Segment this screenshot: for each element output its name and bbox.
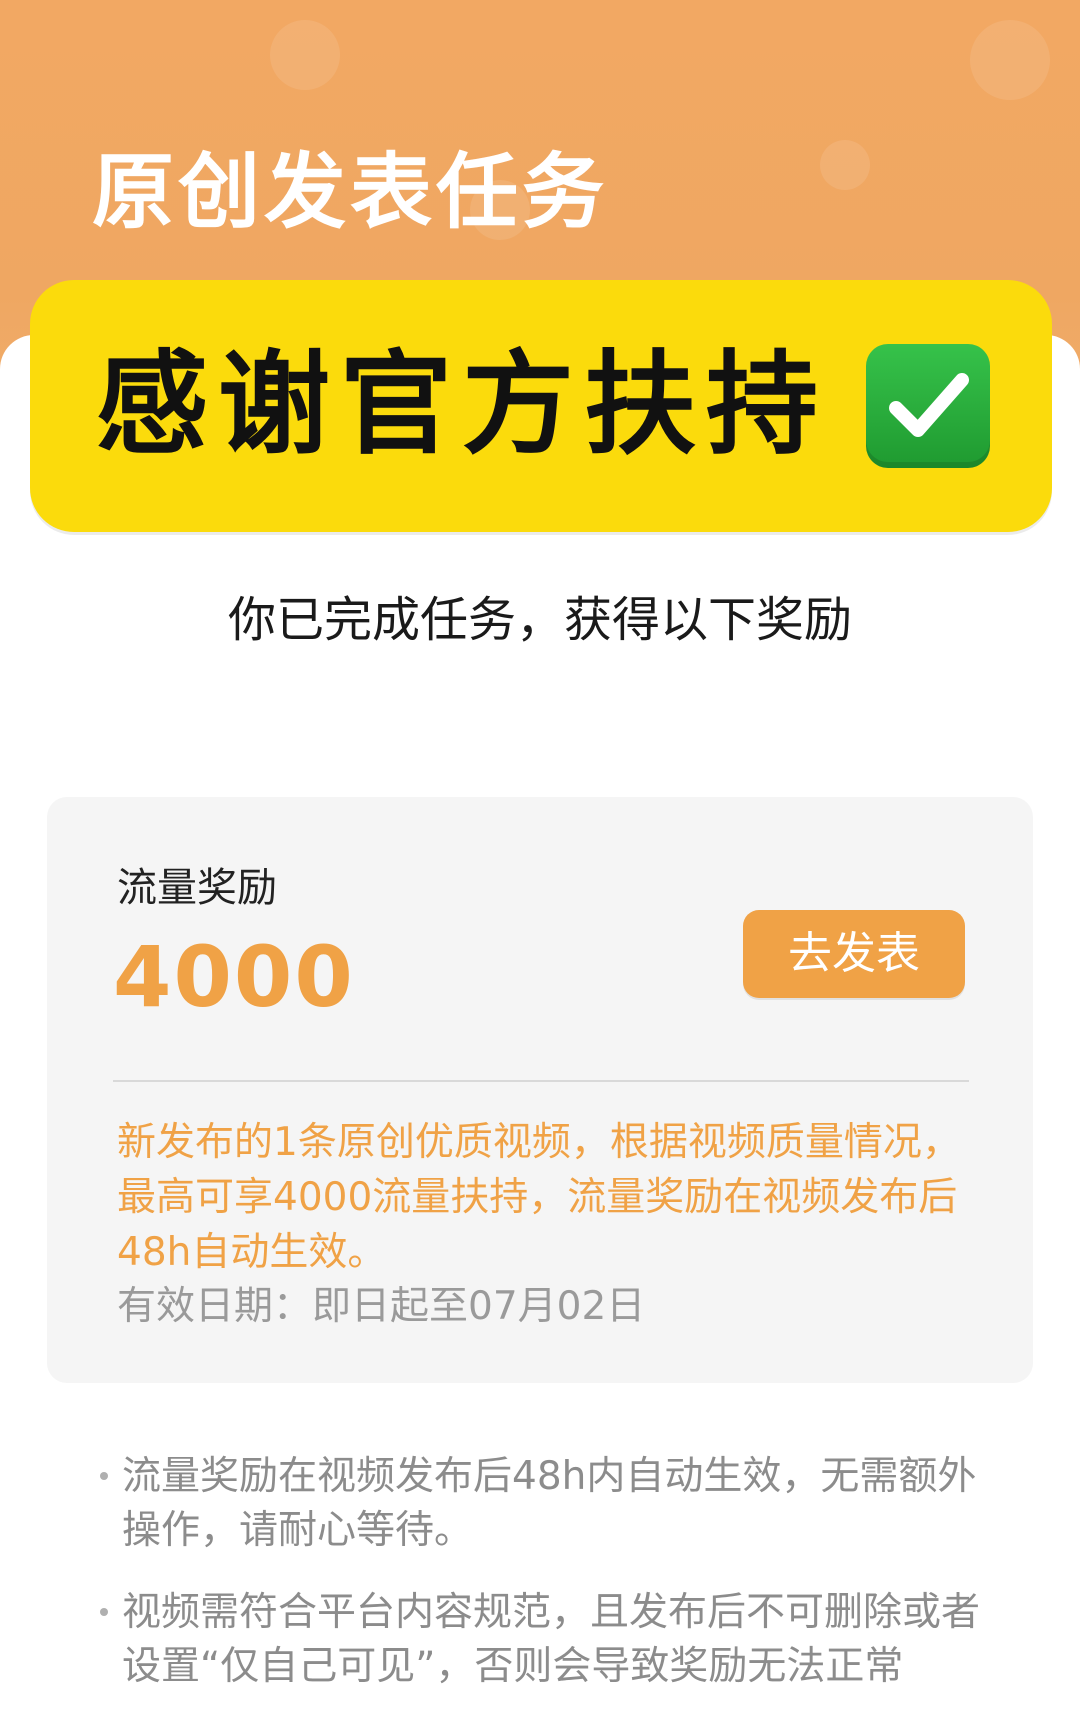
reward-label: 流量奖励 — [117, 865, 277, 911]
page-title: 原创发表任务 — [92, 144, 609, 240]
decorative-bubble — [270, 20, 340, 90]
reward-description: 新发布的1条原创优质视频，根据视频质量情况，最高可享4000流量扶持，流量奖励在… — [117, 1120, 961, 1275]
reward-value: 4000 — [113, 928, 355, 1026]
completion-message: 你已完成任务，获得以下奖励 — [227, 592, 852, 648]
check-mark-button-icon — [866, 344, 990, 468]
divider — [113, 1080, 969, 1082]
reward-card: 流量奖励 4000 去发表 新发布的1条原创优质视频，根据视频质量情况，最高可享… — [47, 797, 1033, 1383]
decorative-bubble — [970, 20, 1050, 100]
bullet-icon — [100, 1608, 108, 1616]
bullet-icon — [100, 1472, 108, 1480]
publish-button[interactable]: 去发表 — [743, 910, 965, 998]
decorative-bubble — [820, 140, 870, 190]
valid-date: 有效日期：即日起至07月02日 — [117, 1284, 646, 1329]
note-item: 流量奖励在视频发布后48h内自动生效，无需额外操作，请耐心等待。 — [100, 1450, 1000, 1558]
notes-list: 流量奖励在视频发布后48h内自动生效，无需额外操作，请耐心等待。 视频需符合平台… — [100, 1450, 1000, 1722]
note-item: 视频需符合平台内容规范，且发布后不可删除或者设置“仅自己可见”，否则会导致奖励无… — [100, 1586, 1000, 1694]
note-text: 视频需符合平台内容规范，且发布后不可删除或者设置“仅自己可见”，否则会导致奖励无… — [122, 1590, 981, 1689]
thanks-banner: 感谢官方扶持 — [30, 280, 1052, 532]
note-text: 流量奖励在视频发布后48h内自动生效，无需额外操作，请耐心等待。 — [122, 1454, 977, 1553]
banner-text: 感谢官方扶持 — [96, 339, 828, 470]
